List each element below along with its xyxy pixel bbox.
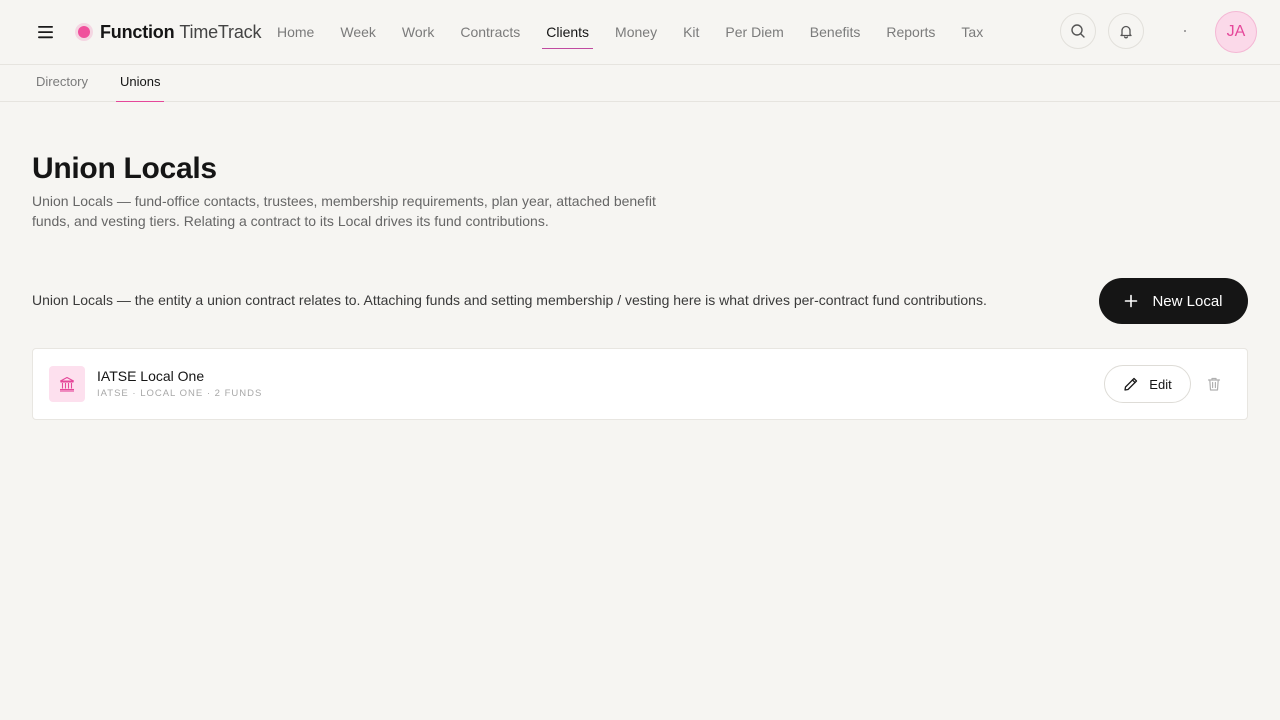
nav-item-benefits[interactable]: Benefits [797, 0, 874, 65]
search-icon [1070, 23, 1086, 39]
top-navigation-bar: Function TimeTrack Home Week Work Contra… [0, 0, 1280, 65]
brand-logo[interactable]: Function TimeTrack [78, 20, 261, 44]
nav-item-work[interactable]: Work [389, 0, 447, 65]
bank-icon [49, 366, 85, 402]
nav-item-week[interactable]: Week [327, 0, 389, 65]
brand-name-bold: Function [100, 21, 175, 42]
tab-directory[interactable]: Directory [36, 65, 88, 102]
main-nav: Home Week Work Contracts Clients Money K… [264, 0, 996, 65]
page-title: Union Locals [32, 152, 217, 185]
nav-item-clients[interactable]: Clients [533, 0, 602, 65]
edit-button[interactable]: Edit [1104, 365, 1191, 403]
local-meta: IATSE · LOCAL ONE · 2 FUNDS [97, 388, 263, 399]
sub-navigation: Directory Unions [0, 65, 1280, 102]
avatar[interactable]: JA [1215, 11, 1257, 53]
new-local-button[interactable]: New Local [1099, 278, 1248, 324]
new-local-label: New Local [1152, 292, 1223, 310]
nav-item-per-diem[interactable]: Per Diem [712, 0, 796, 65]
page-description: Union Locals — fund-office contacts, tru… [32, 193, 656, 229]
brand-name-light: TimeTrack [179, 21, 262, 42]
plus-icon [1124, 294, 1138, 308]
notifications-button[interactable] [1108, 13, 1144, 49]
edit-label: Edit [1149, 376, 1172, 392]
search-button[interactable] [1060, 13, 1096, 49]
nav-item-money[interactable]: Money [602, 0, 670, 65]
pencil-icon [1123, 376, 1139, 392]
bell-icon [1118, 23, 1134, 39]
nav-item-reports[interactable]: Reports [873, 0, 948, 65]
tab-unions[interactable]: Unions [115, 65, 165, 102]
trash-icon[interactable] [1206, 376, 1222, 392]
brand-dot-icon [78, 26, 90, 38]
info-text: Union Locals — the entity a union contra… [32, 292, 987, 308]
local-name[interactable]: IATSE Local One [97, 368, 204, 384]
nav-item-kit[interactable]: Kit [670, 0, 712, 65]
nav-item-contracts[interactable]: Contracts [447, 0, 533, 65]
hamburger-icon[interactable] [36, 23, 56, 41]
list-item[interactable]: IATSE Local One IATSE · LOCAL ONE · 2 FU… [32, 348, 1248, 420]
nav-item-tax[interactable]: Tax [948, 0, 996, 65]
status-dot [1184, 30, 1186, 32]
nav-item-home[interactable]: Home [264, 0, 327, 65]
